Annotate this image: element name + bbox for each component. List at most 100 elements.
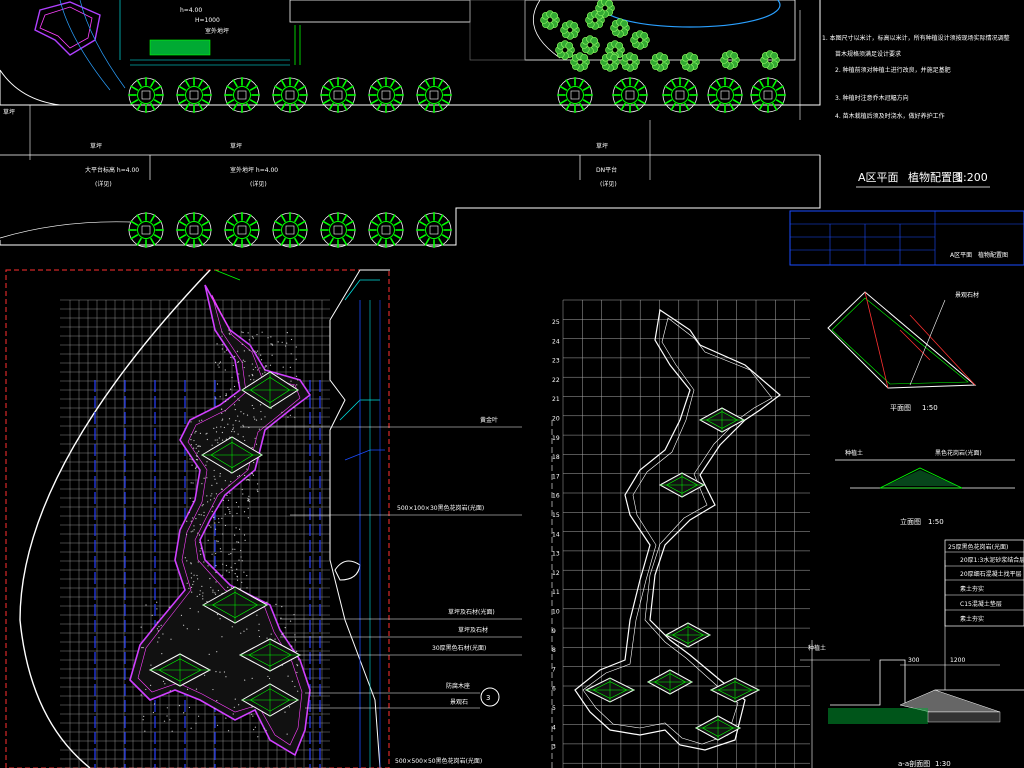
grid-axis-label: 22 — [552, 377, 560, 384]
tree-symbol — [416, 212, 452, 248]
elev-view-scale: 1:50 — [928, 518, 944, 526]
grid-axis-label: 16 — [552, 493, 560, 500]
callout-4: 草坪及石材 — [458, 626, 488, 634]
title-area: A区平面 — [858, 171, 899, 184]
tb-sheet: 植物配置图 — [978, 251, 1008, 259]
callout-1: 黄金叶 — [480, 416, 498, 424]
grid-axis-label: 6 — [552, 686, 556, 693]
grid-axis-label: 10 — [552, 609, 560, 616]
shrub-symbol — [680, 52, 700, 72]
coordinate-grid: 25 24 23 22 21 20 19 18 17 16 15 14 13 12 11 10 9 8 7 6 5 4 3 — [551, 299, 810, 768]
shrub-cluster — [540, 0, 780, 72]
legend-row-2: 20厚1:3水泥砂浆结合层 — [960, 556, 1024, 564]
tree-symbol — [662, 77, 698, 113]
legend-row-3: 20厚细石混凝土找平层 — [960, 570, 1022, 578]
tree-symbol — [272, 212, 308, 248]
grid-axis-label: 12 — [552, 570, 560, 577]
grid-axis-label: 4 — [552, 724, 556, 731]
shrub-symbol — [620, 52, 640, 72]
tree-symbol — [176, 212, 212, 248]
tree-symbol — [128, 77, 164, 113]
stone-label: 景观石材 — [955, 291, 979, 299]
grid-axis-label: 23 — [552, 358, 560, 365]
legend-row-1: 25厚黑色花岗岩(光面) — [948, 543, 1008, 551]
cad-drawing-canvas: h=4.00 H=1000 室外地坪 草坪 草坪 草坪 大平台标高 h=4.00… — [0, 0, 1024, 768]
left-tag: 草坪 — [3, 108, 15, 116]
tree-symbol — [320, 77, 356, 113]
tree-symbol — [612, 77, 648, 113]
tree-symbol — [707, 77, 743, 113]
stone-plan-detail: 景观石材 平面图 1:50 — [827, 291, 979, 412]
dim-b: 1200 — [950, 657, 965, 664]
section-view-scale: 1:30 — [935, 760, 951, 768]
tree-symbol — [320, 212, 356, 248]
right-lawn-label: 草坪 — [596, 142, 608, 150]
tree-symbol — [368, 212, 404, 248]
shrub-symbol — [560, 20, 580, 40]
grid-axis-label: 18 — [552, 454, 560, 461]
mid-detail-tag: (详见) — [250, 180, 267, 188]
tree-symbol — [557, 77, 593, 113]
tree-symbol — [416, 77, 452, 113]
grid-axis-label: 19 — [552, 435, 560, 442]
stepping-stone — [694, 715, 742, 741]
callout-5: 30厚黑色石材(光面) — [432, 644, 486, 652]
grid-axis-label: 7 — [552, 666, 556, 673]
callout-8: 500×500×50黑色花岗岩(光面) — [395, 757, 482, 765]
level-1-label: 大平台标高 h=4.00 — [85, 166, 139, 174]
shrub-symbol — [570, 52, 590, 72]
detail-number: 3 — [486, 694, 490, 702]
title-scale: 1:200 — [956, 171, 988, 184]
shrub-symbol — [650, 52, 670, 72]
grid-axis-label: 21 — [552, 396, 560, 403]
main-title: A区平面 植物配置图 1:200 — [856, 170, 990, 188]
elev-view-label: 立面图 — [900, 517, 921, 526]
callout-7: 景观石 — [450, 699, 468, 706]
section-detail: 300 1200 种植土 a-a剖面图 1:30 — [800, 640, 1024, 768]
shrub-symbol — [555, 40, 575, 60]
plan-view-scale: 1:50 — [922, 404, 938, 412]
section-left-label: 种植土 — [808, 644, 826, 652]
grid-axis-label: 8 — [552, 647, 556, 654]
title-sheet: 植物配置图 — [908, 170, 963, 184]
lawn-label: 草坪 — [90, 142, 102, 150]
note-line-3: 2. 种植前须对种植土进行改良，并施足基肥 — [835, 66, 951, 74]
top-plan: h=4.00 H=1000 室外地坪 草坪 草坪 草坪 大平台标高 h=4.00… — [0, 0, 821, 246]
grid-axis-label: 5 — [552, 705, 556, 712]
shrub-symbol — [595, 0, 615, 18]
grid-axis-label: 9 — [552, 628, 556, 635]
tree-symbol — [176, 77, 212, 113]
grid-axis-label: 14 — [552, 531, 560, 538]
note-line-5: 4. 苗木栽植后须及时浇水，做好养护工作 — [835, 112, 945, 120]
callout-3: 草坪及石材(光面) — [448, 608, 495, 616]
tree-rows — [128, 77, 786, 248]
section-view-label: a-a剖面图 — [898, 759, 930, 768]
level-2-label: 室外地坪 h=4.00 — [230, 166, 278, 174]
tree-symbol — [750, 77, 786, 113]
right-deck-label: DN平台 — [596, 166, 617, 174]
elev-label: h=4.00 — [180, 7, 202, 14]
stepping-stone — [658, 472, 706, 498]
shrub-symbol — [540, 10, 560, 30]
shrub-symbol — [630, 30, 650, 50]
left-detail-tag: (详见) — [95, 180, 112, 188]
dim-a: 300 — [908, 657, 920, 664]
callout-6: 防腐木座 — [446, 682, 470, 690]
shrub-symbol — [580, 35, 600, 55]
stepping-stone — [646, 669, 694, 695]
stepping-stone — [709, 677, 761, 703]
tree-symbol — [272, 77, 308, 113]
callout-2: 500×100×30黑色花岗岩(光面) — [397, 504, 484, 512]
stone-elevation-detail: 种植土 黑色花岗岩(光面) 立面图 1:50 — [835, 449, 1015, 526]
grid-axis-label: 3 — [552, 744, 556, 751]
note-line-4: 3. 种植时注意乔木冠幅方向 — [835, 94, 909, 102]
tree-symbol — [368, 77, 404, 113]
floor-label-2: 室外地坪 — [205, 27, 229, 35]
grid-axis-label: 15 — [552, 512, 560, 519]
right-detail-tag: (详见) — [600, 180, 617, 188]
lawn-label-2: 草坪 — [230, 142, 242, 150]
floor-label: H=1000 — [195, 17, 220, 24]
plan-view-label: 平面图 — [890, 404, 911, 412]
note-line-2: 苗木规格须满足设计要求 — [835, 50, 901, 58]
stepping-stone — [664, 622, 712, 648]
